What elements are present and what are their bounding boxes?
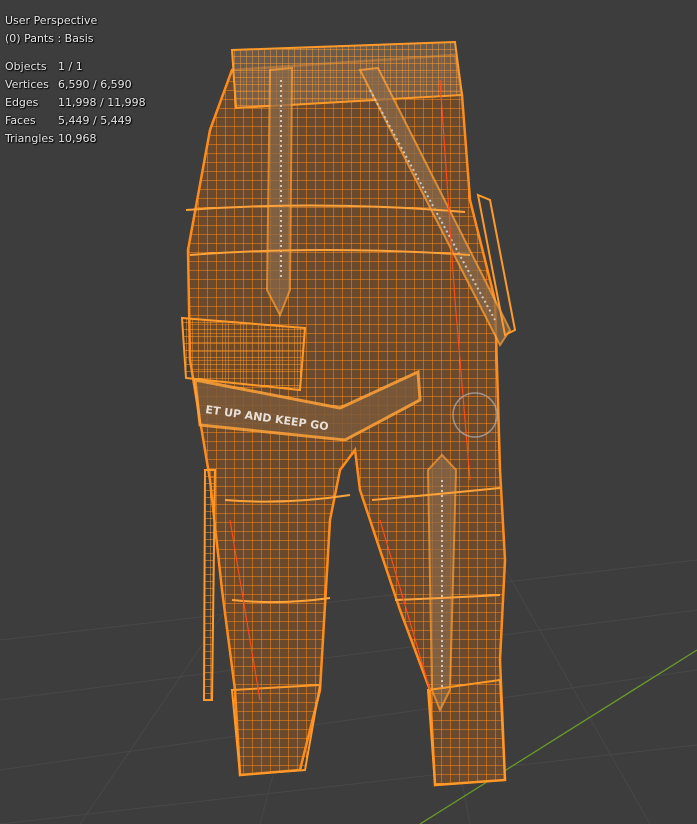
stat-edges: Edges 11,998 / 11,998 xyxy=(5,96,146,109)
viewport-info-overlay: User Perspective (0) Pants : Basis Objec… xyxy=(5,12,146,148)
object-label: (0) Pants : Basis xyxy=(5,32,94,45)
left-hanging-strap xyxy=(202,469,217,701)
leg-cuffs xyxy=(230,678,507,787)
left-pocket xyxy=(180,316,307,392)
scene-statistics: Objects 1 / 1 Vertices 6,590 / 6,590 Edg… xyxy=(5,58,146,148)
stat-objects: Objects 1 / 1 xyxy=(5,60,83,73)
3d-viewport[interactable]: ET UP AND KEEP GO User Perspective (0) P… xyxy=(0,0,697,824)
view-name: User Perspective xyxy=(5,14,98,27)
stat-faces: Faces 5,449 / 5,449 xyxy=(5,114,132,127)
stat-vertices: Vertices 6,590 / 6,590 xyxy=(5,78,132,91)
stat-triangles: Triangles 10,968 xyxy=(5,132,97,145)
left-strap xyxy=(265,66,294,318)
